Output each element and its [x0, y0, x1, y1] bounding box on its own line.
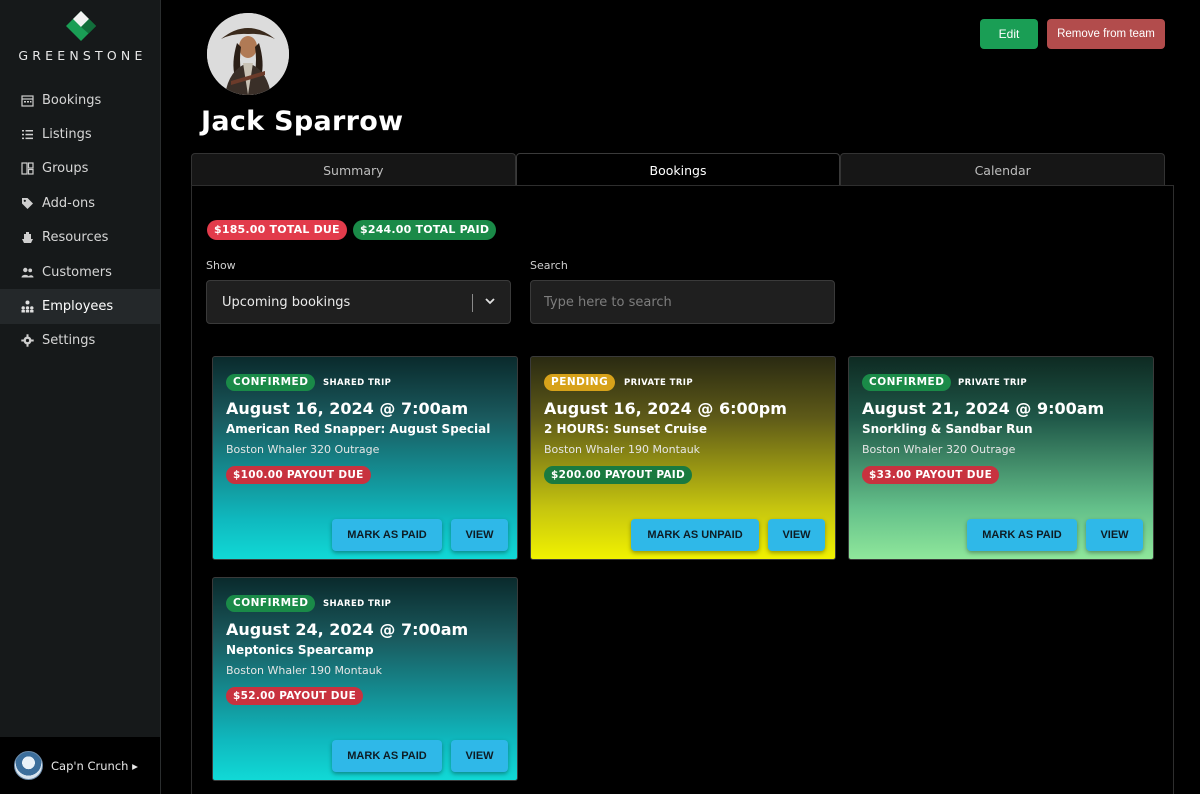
- search-input[interactable]: [530, 280, 835, 324]
- booking-title: Snorkling & Sandbar Run: [862, 422, 1033, 436]
- sidebar-item-label: Listings: [42, 127, 92, 143]
- view-button[interactable]: VIEW: [768, 519, 825, 551]
- trip-type: SHARED TRIP: [323, 599, 392, 609]
- boat-name: Boston Whaler 190 Montauk: [226, 664, 383, 677]
- trip-type: PRIVATE TRIP: [624, 378, 693, 388]
- tab-summary[interactable]: Summary: [191, 153, 516, 186]
- payout-badge: $100.00 PAYOUT DUE: [226, 466, 371, 484]
- tab-bookings[interactable]: Bookings: [515, 153, 841, 186]
- sidebar-item-label: Resources: [42, 230, 109, 246]
- booking-date: August 16, 2024 @ 6:00pm: [544, 399, 787, 418]
- mark-as-unpaid-button[interactable]: MARK AS UNPAID: [631, 519, 759, 551]
- sidebar-item-customers[interactable]: Customers: [0, 255, 160, 289]
- select-separator: [472, 294, 473, 312]
- user-name: Cap'n Crunch ▸: [51, 758, 138, 773]
- booking-date: August 21, 2024 @ 9:00am: [862, 399, 1105, 418]
- profile-tabs: Summary Bookings Calendar: [191, 153, 1166, 186]
- booking-title: 2 HOURS: Sunset Cruise: [544, 422, 707, 436]
- booking-title: American Red Snapper: August Special: [226, 422, 491, 436]
- booking-card: CONFIRMED PRIVATE TRIP August 21, 2024 @…: [848, 356, 1154, 560]
- brand-name: GREENSTONE: [18, 48, 147, 63]
- sidebar-item-employees[interactable]: Employees: [0, 289, 160, 324]
- sidebar-item-label: Employees: [42, 299, 114, 315]
- gear-icon: [20, 334, 34, 348]
- booking-title: Neptonics Spearcamp: [226, 643, 374, 657]
- people-icon: [20, 265, 34, 279]
- status-badge: CONFIRMED: [226, 595, 316, 612]
- page-title: Jack Sparrow: [201, 106, 404, 137]
- show-select[interactable]: Upcoming bookings: [206, 280, 511, 324]
- view-button[interactable]: VIEW: [1086, 519, 1143, 551]
- mark-as-paid-button[interactable]: MARK AS PAID: [332, 740, 442, 772]
- status-badge: PENDING: [544, 374, 616, 391]
- payout-badge: $200.00 PAYOUT PAID: [544, 466, 693, 484]
- sidebar: GREENSTONE Bookings Listings Groups Add-…: [0, 0, 161, 794]
- show-select-value: Upcoming bookings: [222, 294, 351, 310]
- boat-icon: [20, 231, 34, 245]
- booking-card: PENDING PRIVATE TRIP August 16, 2024 @ 6…: [530, 356, 836, 560]
- booking-card: CONFIRMED SHARED TRIP August 16, 2024 @ …: [212, 356, 518, 560]
- sidebar-item-label: Customers: [42, 264, 112, 280]
- user-menu[interactable]: Cap'n Crunch ▸: [0, 737, 160, 794]
- edit-button[interactable]: Edit: [980, 19, 1038, 49]
- sidebar-item-label: Groups: [42, 161, 89, 177]
- greenstone-logo-icon: [65, 11, 96, 41]
- list-icon: [20, 128, 34, 142]
- booking-card: CONFIRMED SHARED TRIP August 24, 2024 @ …: [212, 577, 518, 781]
- sidebar-nav: Bookings Listings Groups Add-ons Resourc…: [0, 83, 160, 358]
- boat-name: Boston Whaler 320 Outrage: [226, 443, 380, 456]
- view-button[interactable]: VIEW: [451, 519, 508, 551]
- payout-badge: $52.00 PAYOUT DUE: [226, 687, 364, 705]
- sidebar-item-label: Add-ons: [42, 195, 96, 211]
- mark-as-paid-button[interactable]: MARK AS PAID: [967, 519, 1077, 551]
- show-label: Show: [206, 259, 236, 272]
- sidebar-item-listings[interactable]: Listings: [0, 117, 160, 151]
- view-button[interactable]: VIEW: [451, 740, 508, 772]
- booking-date: August 24, 2024 @ 7:00am: [226, 620, 469, 639]
- payout-badge: $33.00 PAYOUT DUE: [862, 466, 1000, 484]
- sidebar-item-add-ons[interactable]: Add-ons: [0, 186, 160, 220]
- booking-date: August 16, 2024 @ 7:00am: [226, 399, 469, 418]
- sidebar-item-bookings[interactable]: Bookings: [0, 83, 160, 117]
- org-chart-icon: [20, 300, 34, 314]
- profile-avatar: [207, 13, 289, 95]
- tab-calendar[interactable]: Calendar: [840, 153, 1166, 186]
- total-due-badge: $185.00 TOTAL DUE: [207, 220, 347, 240]
- status-badge: CONFIRMED: [862, 374, 952, 391]
- sidebar-item-label: Bookings: [42, 92, 102, 108]
- brand-logo[interactable]: GREENSTONE: [0, 10, 161, 63]
- sidebar-item-groups[interactable]: Groups: [0, 152, 160, 186]
- sidebar-item-label: Settings: [42, 333, 96, 349]
- avatar: [14, 751, 43, 780]
- trip-type: SHARED TRIP: [323, 378, 392, 388]
- sidebar-item-settings[interactable]: Settings: [0, 324, 160, 358]
- calendar-icon: [20, 93, 34, 107]
- groups-icon: [20, 162, 34, 176]
- trip-type: PRIVATE TRIP: [958, 378, 1027, 388]
- sidebar-item-resources[interactable]: Resources: [0, 221, 160, 255]
- mark-as-paid-button[interactable]: MARK AS PAID: [332, 519, 442, 551]
- total-paid-badge: $244.00 TOTAL PAID: [353, 220, 497, 240]
- tag-icon: [20, 196, 34, 210]
- status-badge: CONFIRMED: [226, 374, 316, 391]
- remove-from-team-button[interactable]: Remove from team: [1047, 19, 1165, 49]
- boat-name: Boston Whaler 190 Montauk: [544, 443, 701, 456]
- boat-name: Boston Whaler 320 Outrage: [862, 443, 1016, 456]
- chevron-down-icon: [484, 295, 496, 311]
- search-label: Search: [530, 259, 568, 272]
